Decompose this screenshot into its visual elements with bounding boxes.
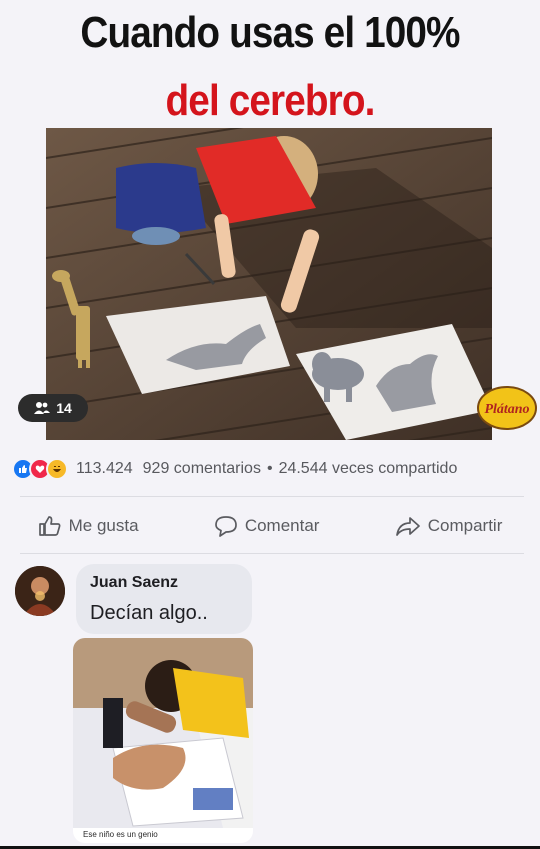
share-button[interactable]: Compartir [395, 515, 503, 537]
platano-logo-text: Plátano [484, 402, 529, 417]
comment-button-label: Comentar [244, 516, 320, 535]
comment-bubble[interactable]: Juan Saenz Decían algo.. [76, 564, 252, 634]
comment-photo-illustration [73, 638, 253, 828]
people-icon [34, 402, 51, 414]
like-button-label: Me gusta [68, 516, 139, 535]
shares-count[interactable]: 24.544 veces compartido [279, 460, 458, 478]
photo-illustration [46, 128, 492, 440]
comment-button[interactable]: Comentar [214, 515, 320, 537]
reaction-icons[interactable] [12, 458, 68, 480]
post-photo[interactable] [46, 128, 492, 440]
post-actions: Me gusta Comentar Compartir [0, 505, 540, 547]
platano-logo: Plátano [476, 384, 538, 432]
actions-divider [20, 553, 524, 554]
share-button-label: Compartir [427, 516, 503, 535]
commenter-avatar[interactable] [15, 566, 65, 616]
stats-divider [20, 496, 524, 497]
group-members-badge[interactable]: 14 [18, 394, 88, 422]
reactions-count[interactable]: 113.424 [76, 460, 133, 478]
comment-image-caption: Ese niño es un genio [83, 830, 158, 839]
thumbs-up-icon [38, 516, 61, 536]
comment-bubble-icon [214, 516, 237, 537]
haha-icon [46, 458, 68, 480]
comment-image[interactable]: Ese niño es un genio [73, 638, 253, 843]
post-stats: 113.424 929 comentarios • 24.544 veces c… [12, 456, 532, 482]
group-badge-count: 14 [56, 400, 72, 416]
like-button[interactable]: Me gusta [38, 515, 139, 537]
comment-author[interactable]: Juan Saenz [90, 574, 178, 592]
stats-separator: • [266, 460, 273, 477]
share-arrow-icon [395, 517, 420, 536]
meme-title-line-1: Cuando usas el 100% [80, 8, 460, 57]
meme-title-line-2: del cerebro. [165, 76, 376, 125]
comments-count[interactable]: 929 comentarios [143, 460, 261, 478]
comment-text: Decían algo.. [90, 602, 208, 624]
